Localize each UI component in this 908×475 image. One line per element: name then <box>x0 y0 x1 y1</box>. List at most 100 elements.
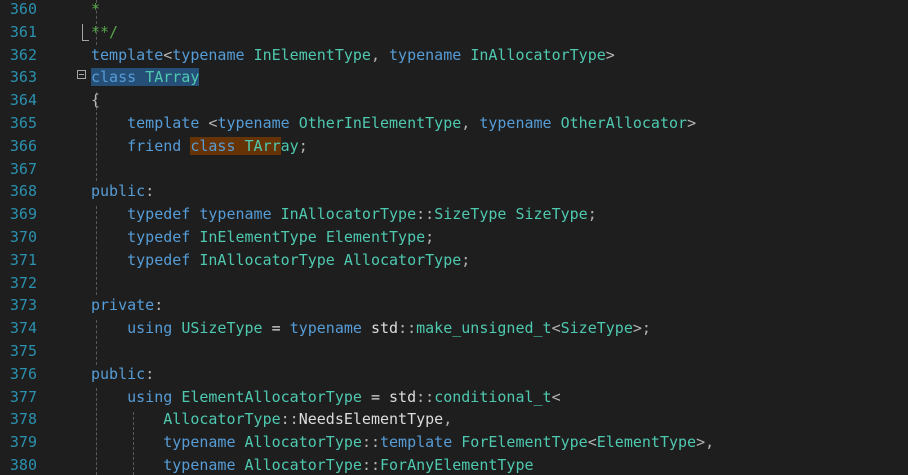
code-token: conditional_t <box>434 387 552 406</box>
reference-highlight-token <box>235 136 245 155</box>
code-token: ay <box>280 136 299 155</box>
code-token: typename <box>199 205 272 224</box>
code-token: AllocatorType <box>163 410 281 429</box>
code-line[interactable]: 365 template <typename OtherInElementTyp… <box>0 112 908 135</box>
line-number: 365 <box>9 114 37 132</box>
code-line[interactable]: 363 class TArray <box>0 66 908 89</box>
line-code: typedef InAllocatorType AllocatorType; <box>91 249 470 272</box>
code-token: >, <box>696 433 715 452</box>
code-token: AllocatorType <box>244 456 362 474</box>
line-number: 378 <box>9 410 37 429</box>
code-token: OtherAllocator <box>560 114 688 132</box>
line-code: { <box>91 89 100 112</box>
line-code: template <typename OtherInElementType, t… <box>91 112 696 135</box>
code-token: ElementType <box>596 433 697 452</box>
code-token: : <box>154 296 164 315</box>
code-token: OtherInElementType <box>298 114 462 132</box>
code-token: = <box>361 387 390 406</box>
code-token: ElementType <box>325 228 426 246</box>
line-number: 366 <box>9 136 37 155</box>
code-token: < <box>551 387 561 406</box>
code-token: ; <box>587 205 597 224</box>
code-editor[interactable]: 360 * 361 **/362 template<typename InElement… <box>0 0 908 475</box>
code-token: SizeType <box>515 205 588 224</box>
code-token: ; <box>461 250 471 269</box>
code-token: InAllocatorType <box>280 205 417 224</box>
code-token: typename <box>479 114 552 132</box>
line-code: typedef InElementType ElementType; <box>91 226 434 249</box>
code-token: public <box>91 182 146 201</box>
code-token: using <box>127 319 173 338</box>
code-token: NeedsElementType <box>298 410 444 429</box>
code-line[interactable]: 371 typedef InAllocatorType AllocatorTyp… <box>0 249 908 272</box>
code-line[interactable]: 368 public: <box>0 180 908 203</box>
code-line[interactable]: 377 using ElementAllocatorType = std::co… <box>0 386 908 409</box>
reference-highlight-token: class <box>190 136 236 155</box>
code-token: using <box>127 387 173 406</box>
code-token: typename <box>389 45 462 64</box>
code-line[interactable]: 372 <box>0 272 908 295</box>
line-code: AllocatorType::NeedsElementType, <box>91 408 452 431</box>
code-line[interactable]: 378 AllocatorType::NeedsElementType, <box>0 408 908 431</box>
code-line[interactable]: 366 friend class TArray; <box>0 135 908 158</box>
code-token: AllocatorType <box>343 250 462 269</box>
line-number: 363 <box>9 68 37 87</box>
code-line[interactable]: 369 typedef typename InAllocatorType::Si… <box>0 203 908 226</box>
code-line[interactable]: 367 <box>0 158 908 181</box>
line-code: typename AllocatorType::template ForElem… <box>91 431 714 454</box>
line-code: public: <box>91 363 154 386</box>
selected-token <box>136 68 146 87</box>
code-line[interactable]: 364 { <box>0 89 908 112</box>
line-code: class TArray <box>91 66 200 89</box>
code-token: template <box>91 45 164 64</box>
selected-token: TArray <box>145 68 200 87</box>
line-number: 371 <box>9 250 37 269</box>
code-token: :: <box>361 433 380 452</box>
code-token: < <box>551 319 561 338</box>
code-line[interactable]: 376 public: <box>0 363 908 386</box>
code-line[interactable]: 374 using USizeType = typename std::make… <box>0 317 908 340</box>
line-code: * <box>91 0 100 21</box>
code-line[interactable]: 379 typename AllocatorType::template For… <box>0 431 908 454</box>
code-token: * <box>91 0 101 18</box>
code-token: InAllocatorType <box>199 250 335 269</box>
line-code: public: <box>91 180 154 203</box>
code-token: > <box>687 114 697 132</box>
reference-highlight-token: TArr <box>244 136 281 155</box>
line-code: private: <box>91 294 163 317</box>
code-line[interactable]: 361 **/ <box>0 21 908 44</box>
code-line[interactable]: 360 * <box>0 0 908 21</box>
code-line[interactable]: 362 template<typename InElementType, type… <box>0 44 908 67</box>
code-line[interactable]: 380 typename AllocatorType::ForAnyElemen… <box>0 454 908 475</box>
code-line[interactable]: 375 <box>0 340 908 363</box>
code-token: :: <box>398 319 417 338</box>
code-token: InElementType <box>199 228 317 246</box>
code-token: :: <box>416 387 435 406</box>
code-token: > <box>605 45 615 64</box>
code-token: ForElementType <box>461 433 588 452</box>
selected-token: class <box>91 68 137 87</box>
line-number: 375 <box>9 342 37 360</box>
line-number: 374 <box>9 319 37 338</box>
code-token: ElementAllocatorType <box>181 387 362 406</box>
line-number: 367 <box>9 159 37 178</box>
line-number: 377 <box>9 387 37 406</box>
code-line[interactable]: 373 private: <box>0 294 908 317</box>
code-line[interactable]: 370 typedef InElementType ElementType; <box>0 226 908 249</box>
code-token: **/ <box>91 22 119 41</box>
code-token: make_unsigned_t <box>416 319 552 338</box>
